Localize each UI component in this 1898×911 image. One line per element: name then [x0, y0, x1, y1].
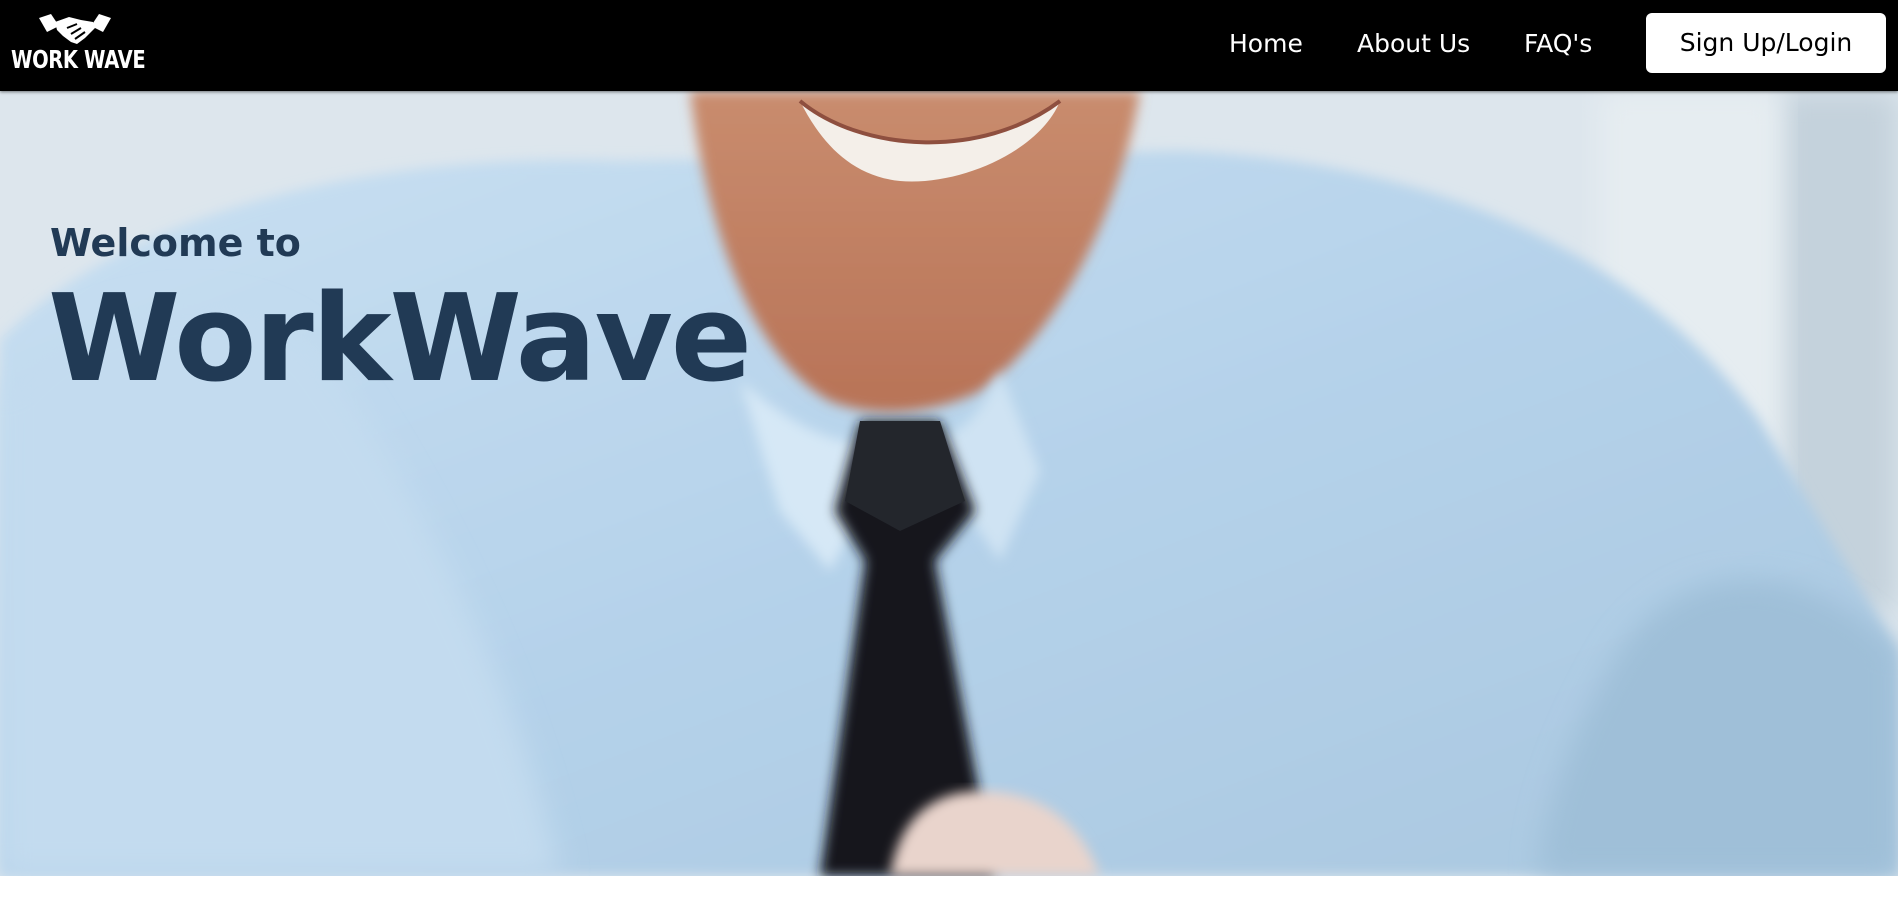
nav-link-home[interactable]: Home: [1229, 24, 1303, 64]
top-navbar: WORK WAVE Home About Us FAQ's Sign Up/Lo…: [0, 0, 1898, 91]
signup-login-button[interactable]: Sign Up/Login: [1646, 13, 1886, 73]
hero-image: [0, 91, 1898, 876]
welcome-text: Welcome to: [50, 221, 301, 265]
handshake-icon: [39, 14, 111, 44]
page-bottom-strip: [0, 876, 1898, 911]
nav-link-about-us[interactable]: About Us: [1357, 24, 1470, 64]
hero-section: Welcome to WorkWave: [0, 91, 1898, 876]
logo-text: WORK WAVE: [11, 45, 146, 74]
nav-link-faqs[interactable]: FAQ's: [1524, 24, 1592, 64]
work-wave-logo[interactable]: WORK WAVE: [11, 10, 146, 76]
hero-title: WorkWave: [48, 270, 752, 409]
